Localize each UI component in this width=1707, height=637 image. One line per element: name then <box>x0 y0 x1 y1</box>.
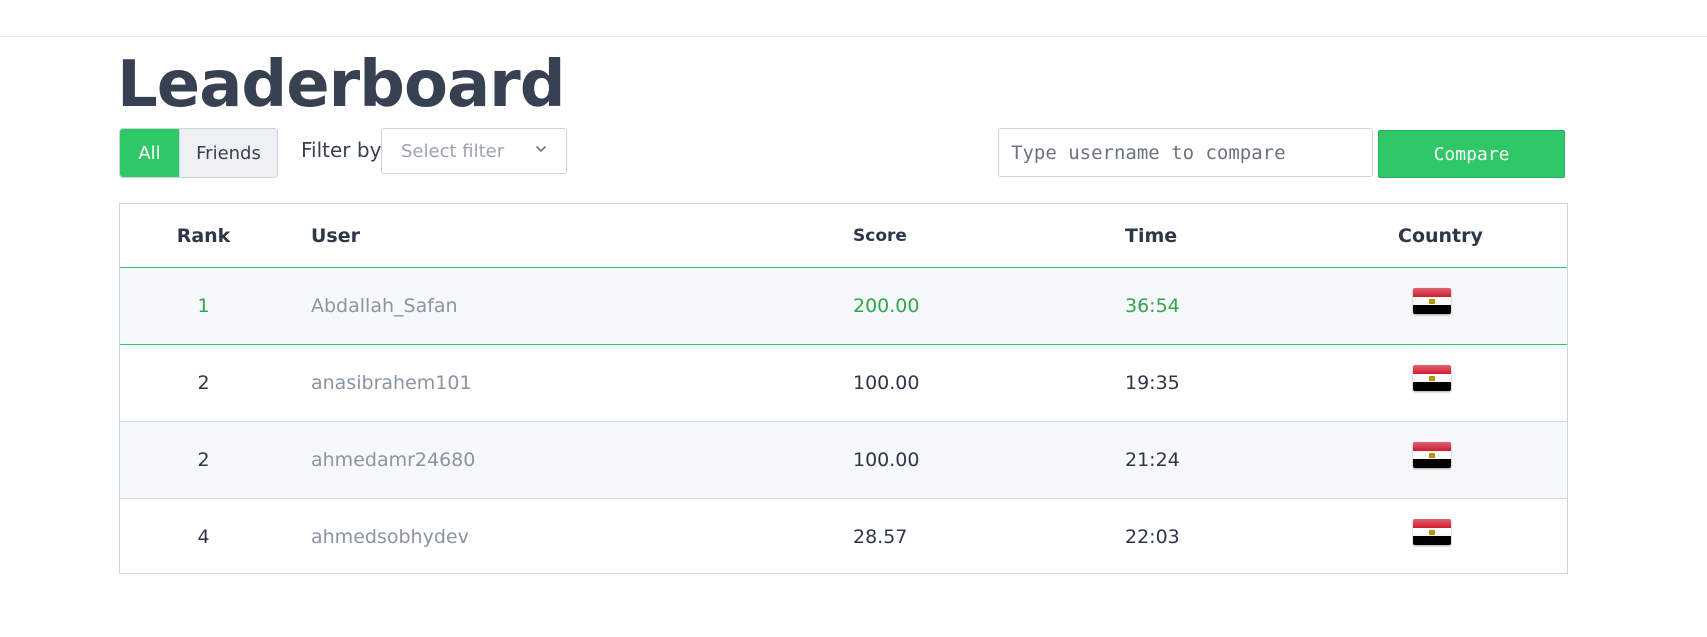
table-row: 1 Abdallah_Safan 200.00 36:54 <box>120 268 1567 345</box>
row-rank: 1 <box>197 295 210 317</box>
compare-button[interactable]: Compare <box>1378 130 1565 178</box>
row-username-link[interactable]: anasibrahem101 <box>311 372 472 394</box>
row-rank: 2 <box>197 372 210 394</box>
header-score: Score <box>853 225 907 246</box>
header-country: Country <box>1398 224 1483 247</box>
row-username-link[interactable]: ahmedamr24680 <box>311 449 475 471</box>
table-header-row: Rank User Score Time Country <box>120 204 1567 268</box>
filter-label: Filter by <box>301 138 382 162</box>
toggle-friends-button[interactable]: Friends <box>179 129 277 177</box>
table-row: 2 ahmedamr24680 100.00 21:24 <box>120 422 1567 499</box>
scope-toggle: All Friends <box>119 128 278 178</box>
chevron-down-icon <box>536 146 546 152</box>
row-rank: 2 <box>197 449 210 471</box>
row-time: 21:24 <box>1125 449 1180 471</box>
egypt-flag-icon <box>1413 519 1451 545</box>
header-time: Time <box>1125 224 1178 247</box>
row-score: 28.57 <box>853 526 908 548</box>
filter-select[interactable]: Select filter <box>381 128 567 174</box>
row-score: 100.00 <box>853 449 920 471</box>
row-time: 22:03 <box>1125 526 1180 548</box>
egypt-flag-icon <box>1413 365 1451 391</box>
toggle-all-button[interactable]: All <box>120 129 179 177</box>
table-row: 2 anasibrahem101 100.00 19:35 <box>120 345 1567 422</box>
row-time: 36:54 <box>1125 295 1180 317</box>
page-title: Leaderboard <box>117 48 565 122</box>
egypt-flag-icon <box>1413 442 1451 468</box>
header-rank: Rank <box>176 224 231 247</box>
compare-username-input[interactable] <box>998 128 1373 177</box>
header-user: User <box>311 224 360 247</box>
top-divider <box>0 36 1707 37</box>
row-username-link[interactable]: ahmedsobhydev <box>311 526 469 548</box>
row-username-link[interactable]: Abdallah_Safan <box>311 295 458 317</box>
leaderboard-table: Rank User Score Time Country 1 Abdallah_… <box>119 203 1568 574</box>
egypt-flag-icon <box>1413 288 1451 314</box>
filter-select-placeholder: Select filter <box>401 140 505 162</box>
row-time: 19:35 <box>1125 372 1180 394</box>
row-score: 100.00 <box>853 372 920 394</box>
table-row: 4 ahmedsobhydev 28.57 22:03 <box>120 499 1567 575</box>
row-score: 200.00 <box>853 295 920 317</box>
row-rank: 4 <box>197 526 210 548</box>
